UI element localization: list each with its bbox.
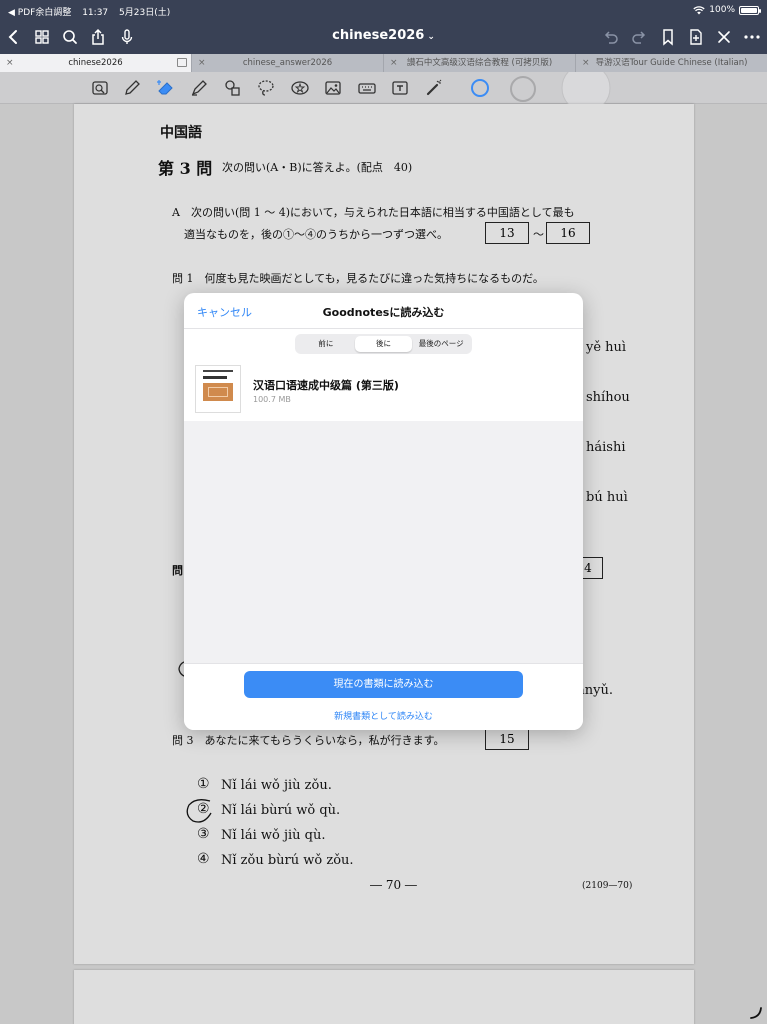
shapes-icon[interactable] [223,78,243,98]
option-1-number: ① [197,776,210,792]
pen-icon[interactable] [122,78,142,98]
question-3: 問 3 あなたに来てもらうくらいなら，私が行きます。 [172,734,445,747]
status-time: 11:37 [82,8,109,18]
add-page-icon[interactable] [686,27,706,47]
answer-box-13: 13 [485,222,529,244]
handwritten-answer-circle [186,799,212,823]
subject-heading: 中国語 [160,125,202,141]
keyboard-icon[interactable] [357,78,377,98]
close-tab-icon[interactable]: × [6,54,14,72]
color-ring-gray-icon[interactable] [509,75,537,103]
pinyin-fragment-2: shíhou [586,390,630,405]
page-code: (2109—70) [582,881,633,891]
import-into-current-button[interactable]: 現在の書類に読み込む [244,671,523,698]
import-file-item[interactable]: 汉语口语速成中级篇 (第三版) 100.7 MB [184,359,583,421]
segment-after[interactable]: 後に [354,336,413,352]
tab-label: 讃石中文高级汉语综合教程 (可拷贝版) [406,58,553,68]
document-title[interactable]: chinese2026 ⌄ [0,28,767,43]
highlighter-icon[interactable] [189,78,209,98]
tab-bar: × chinese2026 × chinese_answer2026 × 讃石中… [0,54,767,72]
more-icon[interactable] [742,27,762,47]
tab-label: chinese_answer2026 [242,58,333,68]
dialog-header: キャンセル Goodnotesに読み込む [184,293,583,329]
bookmark-icon[interactable] [658,27,678,47]
tab-advanced-chinese[interactable]: × 讃石中文高级汉语综合教程 (可拷贝版) [384,54,576,72]
dialog-empty-area [184,421,583,663]
text-box-icon[interactable] [390,78,410,98]
import-as-new-document-button[interactable]: 新規書類として読み込む [184,709,583,722]
redo-icon[interactable] [629,27,649,47]
laser-pointer-icon[interactable] [424,78,444,98]
segment-last-page[interactable]: 最後のページ [412,336,470,352]
answer-box-15: 15 [485,728,529,750]
duplicate-tab-icon[interactable] [177,58,187,67]
document-title-text: chinese2026 [332,28,425,43]
close-icon[interactable] [714,27,734,47]
tools-row [0,72,767,104]
file-size: 100.7 MB [253,395,291,404]
option-4-number: ④ [197,851,210,867]
answer-box-16: 16 [546,222,590,244]
close-tab-icon[interactable]: × [390,54,398,72]
top-bar: ◀ PDF余白調整 11:37 5月23日(土) 100% chinese202… [0,0,767,54]
next-document-page[interactable] [74,970,694,1024]
option-3-text: Nǐ lái wǒ jiù qù. [221,828,326,843]
battery-icon [739,5,761,15]
question-instruction: 次の問い(A・B)に答えよ。(配点 40) [222,161,413,174]
toolbar: chinese2026 ⌄ [0,24,767,50]
lasso-icon[interactable] [256,78,276,98]
tab-label: chinese2026 [68,58,123,68]
page-number: ― 70 ― [370,878,417,892]
book-cover-thumbnail [195,365,241,413]
part-a-line-2: 適当なものを，後の①～④のうちから一つずつ選べ。 [184,228,448,241]
close-tab-icon[interactable]: × [582,54,590,72]
pinyin-fragment-4: bú huì [586,490,628,505]
zoom-window-icon[interactable] [90,78,110,98]
question-1: 問 1 何度も見た映画だとしても，見るたびに違った気持ちになるものだ。 [172,272,544,285]
wifi-icon [693,5,705,14]
option-2-text: Nǐ lái bùrú wǒ qù. [221,803,341,818]
insert-position-segmented-control: 前に 後に 最後のページ [295,334,472,354]
chevron-down-icon: ⌄ [427,32,435,42]
image-icon[interactable] [323,78,343,98]
undo-icon[interactable] [601,27,621,47]
eraser-icon[interactable] [156,78,176,98]
battery-percent: 100% [709,5,735,15]
tab-chinese-answer2026[interactable]: × chinese_answer2026 [192,54,384,72]
segment-before[interactable]: 前に [297,336,355,352]
status-date: 5月23日(土) [119,8,171,18]
option-3-number: ③ [197,826,210,842]
close-tab-icon[interactable]: × [198,54,206,72]
option-4-text: Nǐ zǒu bùrú wǒ zǒu. [221,853,354,868]
dialog-footer: 現在の書類に読み込む 新規書類として読み込む [184,663,583,730]
tab-tour-guide-chinese[interactable]: × 导游汉语Tour Guide Chinese (Italian) [576,54,767,72]
tab-label: 导游汉语Tour Guide Chinese (Italian) [595,58,748,68]
range-tilde: ～ [533,228,544,241]
pinyin-fragment-1: yě huì [586,340,627,355]
import-dialog: キャンセル Goodnotesに読み込む 前に 後に 最後のページ 汉语口语速成… [184,293,583,730]
sticker-icon[interactable] [290,78,310,98]
question-2-label: 問 [172,564,183,577]
question-number: 第 3 問 [158,159,213,178]
stroke-width-icon[interactable] [558,72,614,104]
file-title: 汉语口语速成中级篇 (第三版) [253,379,399,392]
corner-curl-icon [750,1007,762,1019]
pinyin-fragment-3: háishi [586,440,626,455]
option-1-text: Nǐ lái wǒ jiù zǒu. [221,778,332,793]
part-a-line-1: A 次の問い(問 1 ～ 4)において，与えられた日本語に相当する中国語として最… [172,206,575,219]
tab-chinese2026[interactable]: × chinese2026 [0,54,192,72]
back-to-app-link[interactable]: ◀ PDF余白調整 [8,8,71,18]
dialog-title: Goodnotesに読み込む [322,306,445,319]
status-bar: ◀ PDF余白調整 11:37 5月23日(土) 100% [0,0,767,20]
color-ring-blue-icon[interactable] [469,77,491,99]
